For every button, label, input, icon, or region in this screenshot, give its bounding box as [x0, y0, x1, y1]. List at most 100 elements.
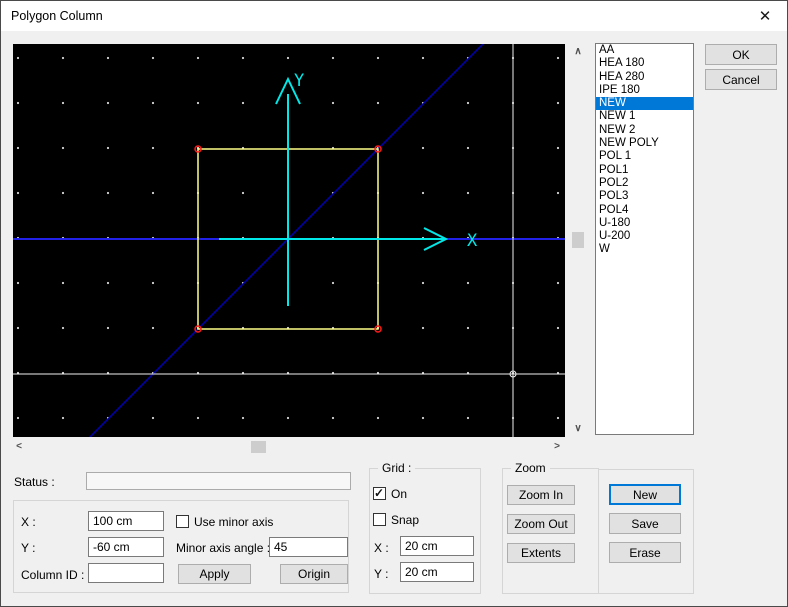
grid-dot	[62, 57, 64, 59]
grid-on-label: On	[391, 487, 407, 501]
grid-dot	[17, 192, 19, 194]
close-button[interactable]: ✕	[755, 7, 775, 27]
zoom-group-legend: Zoom	[511, 461, 550, 475]
grid-dot	[17, 57, 19, 59]
zoom-in-button[interactable]: Zoom In	[507, 485, 575, 505]
list-item[interactable]: W	[596, 243, 693, 256]
list-item[interactable]: POL1	[596, 164, 693, 177]
list-item[interactable]: POL3	[596, 190, 693, 203]
grid-dot	[17, 147, 19, 149]
grid-dot	[422, 147, 424, 149]
apply-button[interactable]: Apply	[178, 564, 251, 584]
window-title: Polygon Column	[11, 9, 103, 23]
grid-dot	[467, 282, 469, 284]
grid-dot	[377, 57, 379, 59]
grid-dot	[242, 102, 244, 104]
h-scroll-thumb[interactable]	[251, 441, 266, 453]
grid-dot	[557, 282, 559, 284]
grid-dot	[197, 417, 199, 419]
grid-x-label: X :	[374, 541, 389, 555]
list-item[interactable]: POL2	[596, 177, 693, 190]
cancel-button[interactable]: Cancel	[705, 69, 777, 90]
grid-dot	[197, 102, 199, 104]
grid-dot	[557, 102, 559, 104]
minor-axis-angle-label: Minor axis angle :	[176, 541, 270, 555]
grid-dot	[62, 282, 64, 284]
list-item[interactable]: IPE 180	[596, 84, 693, 97]
grid-dot	[152, 327, 154, 329]
minor-axis-angle-input[interactable]	[269, 537, 348, 557]
grid-dot	[107, 147, 109, 149]
grid-dot	[422, 327, 424, 329]
scroll-down-icon[interactable]: ∨	[570, 421, 586, 437]
grid-dot	[152, 102, 154, 104]
grid-dot	[107, 192, 109, 194]
status-field	[86, 472, 351, 490]
list-item[interactable]: NEW 2	[596, 124, 693, 137]
grid-dot	[332, 102, 334, 104]
grid-dot	[467, 192, 469, 194]
y-axis-label: Y	[294, 71, 304, 91]
grid-snap-checkbox[interactable]	[373, 513, 386, 526]
grid-dot	[557, 192, 559, 194]
grid-dot	[287, 417, 289, 419]
grid-dot	[332, 417, 334, 419]
grid-on-checkbox[interactable]	[373, 487, 386, 500]
x-label: X :	[21, 515, 36, 529]
grid-dot	[467, 327, 469, 329]
grid-dot	[422, 417, 424, 419]
grid-group-legend: Grid :	[378, 461, 415, 475]
grid-dot	[557, 327, 559, 329]
grid-dot	[152, 282, 154, 284]
polygon-column-dialog: Polygon Column ✕ XY ∧ ∨ < > AAHEA 180HEA…	[0, 0, 788, 607]
grid-dot	[557, 147, 559, 149]
grid-x-input[interactable]	[400, 536, 474, 556]
grid-dot	[152, 147, 154, 149]
extents-button[interactable]: Extents	[507, 543, 575, 563]
list-item[interactable]: AA	[596, 44, 693, 57]
horizontal-scrollbar[interactable]: < >	[11, 439, 565, 455]
column-id-input[interactable]	[88, 563, 164, 583]
list-item[interactable]: HEA 180	[596, 57, 693, 70]
section-listbox[interactable]: AAHEA 180HEA 280IPE 180NEWNEW 1NEW 2NEW …	[595, 43, 694, 435]
scroll-right-icon[interactable]: >	[549, 439, 565, 455]
use-minor-axis-checkbox[interactable]	[176, 515, 189, 528]
x-input[interactable]	[88, 511, 164, 531]
ok-button[interactable]: OK	[705, 44, 777, 65]
scroll-left-icon[interactable]: <	[11, 439, 27, 455]
erase-button[interactable]: Erase	[609, 542, 681, 563]
scroll-up-icon[interactable]: ∧	[570, 44, 586, 60]
grid-dot	[152, 192, 154, 194]
grid-dot	[557, 57, 559, 59]
vertical-scrollbar[interactable]: ∧ ∨	[570, 44, 586, 437]
zoom-out-button[interactable]: Zoom Out	[507, 514, 575, 534]
grid-dot	[557, 417, 559, 419]
new-button[interactable]: New	[609, 484, 681, 505]
v-scroll-thumb[interactable]	[572, 232, 584, 248]
grid-dot	[152, 57, 154, 59]
grid-y-input[interactable]	[400, 562, 474, 582]
y-input[interactable]	[88, 537, 164, 557]
grid-dot	[422, 282, 424, 284]
list-item[interactable]: HEA 280	[596, 71, 693, 84]
cad-view: XY	[13, 44, 565, 437]
x-axis-label: X	[467, 231, 478, 251]
list-item[interactable]: POL 1	[596, 150, 693, 163]
list-item[interactable]: NEW	[596, 97, 693, 110]
grid-dot	[287, 57, 289, 59]
grid-dot	[332, 282, 334, 284]
grid-dot	[242, 192, 244, 194]
save-button[interactable]: Save	[609, 513, 681, 534]
drawing-canvas[interactable]: XY	[13, 44, 565, 437]
grid-dot	[422, 57, 424, 59]
list-item[interactable]: NEW POLY	[596, 137, 693, 150]
title-bar: Polygon Column ✕	[1, 1, 787, 31]
use-minor-axis-label: Use minor axis	[194, 515, 273, 529]
list-item[interactable]: U-180	[596, 217, 693, 230]
list-item[interactable]: POL4	[596, 204, 693, 217]
list-item[interactable]: U-200	[596, 230, 693, 243]
list-item[interactable]: NEW 1	[596, 110, 693, 123]
origin-button[interactable]: Origin	[280, 564, 348, 584]
grid-snap-label: Snap	[391, 513, 419, 527]
grid-dot	[62, 417, 64, 419]
